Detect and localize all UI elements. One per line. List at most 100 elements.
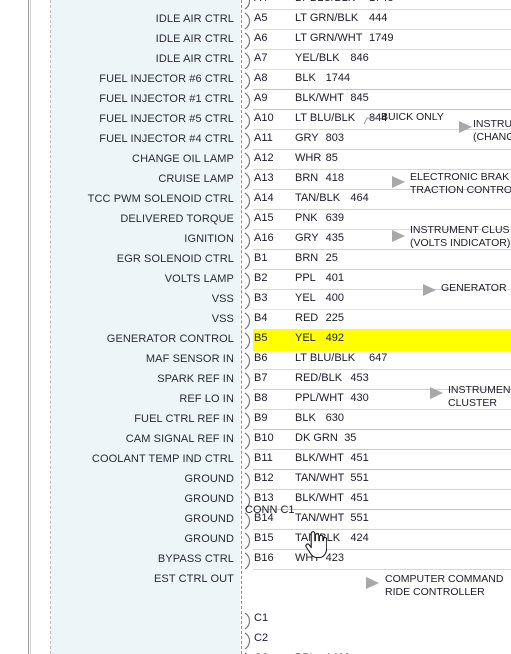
destination-line-1: GENERATOR bbox=[441, 282, 507, 294]
wire-circuit-number: 551 bbox=[350, 512, 369, 524]
wire-color-code: BLK/WHT bbox=[295, 492, 344, 504]
pin-number[interactable]: B7 bbox=[254, 372, 267, 384]
wire-color-code: LT GRN/BLK bbox=[295, 12, 359, 24]
wire-circuit-number: 845 bbox=[350, 92, 369, 104]
signal-name: IDLE AIR CTRL bbox=[155, 33, 234, 45]
wire-color-code: PPL/WHT bbox=[295, 392, 344, 404]
wire-circuit-number: 25 bbox=[325, 252, 338, 264]
generator-dest: GENERATOR bbox=[441, 282, 507, 295]
destination-line-1: INSTRUMENT CLUS bbox=[410, 224, 510, 236]
signal-name: IGNITION bbox=[184, 233, 234, 245]
pin-number[interactable]: A14 bbox=[254, 192, 274, 204]
pin-number[interactable]: B3 bbox=[254, 292, 267, 304]
wire-color-code: BRN bbox=[295, 252, 319, 264]
wire-color-code: LT BLU/BLK bbox=[295, 0, 355, 4]
wire-circuit-number: 551 bbox=[350, 472, 369, 484]
pin-number[interactable]: B10 bbox=[254, 432, 274, 444]
pin-number[interactable]: B2 bbox=[254, 272, 267, 284]
pin-number[interactable]: A15 bbox=[254, 212, 274, 224]
pin-number[interactable]: B9 bbox=[254, 412, 267, 424]
wire-circuit-number: 803 bbox=[325, 132, 344, 144]
wire-color-code: YEL bbox=[295, 292, 316, 304]
signal-name: EST CTRL OUT bbox=[153, 573, 234, 585]
wire-circuit-number: 639 bbox=[325, 212, 344, 224]
wire-color-code: BLK/WHT bbox=[295, 452, 344, 464]
signal-name: CAM SIGNAL REF IN bbox=[125, 433, 234, 445]
wire-color-code: WHT bbox=[295, 552, 321, 564]
instrument-cluster-b10: INSTRUMEN CLUSTER bbox=[448, 384, 510, 410]
pin-number[interactable]: A13 bbox=[254, 172, 274, 184]
pin-number[interactable]: B1 bbox=[254, 252, 267, 264]
wire-color-code: BLK bbox=[295, 72, 316, 84]
signal-name: EGR SOLENOID CTRL bbox=[116, 253, 234, 265]
wire-color-code: PNK bbox=[295, 212, 318, 224]
wire-circuit-number: 35 bbox=[344, 432, 357, 444]
wire-circuit-number: 418 bbox=[325, 172, 344, 184]
wire-color-code: TAN/BLK bbox=[295, 532, 341, 544]
signal-name: GROUND bbox=[184, 493, 234, 505]
pin-number[interactable]: B12 bbox=[254, 472, 274, 484]
wire-color-code: YEL/BLK bbox=[295, 52, 340, 64]
destination-line-1: ELECTRONIC BRAK bbox=[410, 171, 510, 183]
pin-number[interactable]: B6 bbox=[254, 352, 267, 364]
signal-name: GROUND bbox=[184, 513, 234, 525]
pin-number[interactable]: A10 bbox=[254, 112, 274, 124]
splice-branch-icon bbox=[363, 112, 378, 125]
wire-circuit-number: 1744 bbox=[325, 72, 351, 84]
pin-number[interactable]: A16 bbox=[254, 232, 274, 244]
pin-number[interactable]: B16 bbox=[254, 552, 274, 564]
destination-arrow-icon bbox=[392, 230, 405, 242]
signal-name: FUEL INJECTOR #6 CTRL bbox=[99, 73, 234, 85]
buick-only-note: BUICK ONLY bbox=[381, 111, 444, 123]
wire-circuit-number: 846 bbox=[350, 52, 369, 64]
pin-number[interactable]: A8 bbox=[254, 72, 267, 84]
wire-circuit-number: 424 bbox=[350, 532, 369, 544]
wire-circuit-number: 400 bbox=[325, 292, 344, 304]
signal-name: VOLTS LAMP bbox=[164, 273, 234, 285]
wire-circuit-number: 1748 bbox=[369, 0, 393, 4]
wire-circuit-number: 492 bbox=[325, 332, 344, 344]
destination-arrow-icon bbox=[423, 284, 436, 296]
wire-color-code: BLK/WHT bbox=[295, 92, 344, 104]
pin-number[interactable]: C1 bbox=[254, 612, 268, 624]
signal-name: FUEL CTRL REF IN bbox=[134, 413, 234, 425]
signal-name: CRUISE LAMP bbox=[158, 173, 234, 185]
pin-number[interactable]: B11 bbox=[254, 452, 273, 464]
pin-number[interactable]: B4 bbox=[254, 312, 267, 324]
wire-color-code: RED/BLK bbox=[295, 372, 343, 384]
wire-circuit-number: 401 bbox=[325, 272, 344, 284]
wire-color-code: WHR bbox=[295, 152, 322, 164]
wire-color-code: LT BLU/BLK bbox=[295, 352, 356, 364]
signal-name: IDLE AIR CTRL bbox=[155, 13, 234, 25]
destination-line-1: INSTRU bbox=[473, 118, 511, 130]
destination-line-1: INSTRUMEN bbox=[448, 384, 511, 396]
pin-number[interactable]: A5 bbox=[254, 12, 267, 24]
wire-circuit-number: 451 bbox=[350, 452, 369, 464]
pin-number[interactable]: A11 bbox=[254, 132, 273, 144]
signal-name: FUEL INJECTOR #5 CTRL bbox=[99, 113, 234, 125]
pin-number[interactable]: A7 bbox=[254, 52, 267, 64]
pin-number[interactable]: C2 bbox=[254, 632, 268, 644]
signal-name: COOLANT TEMP IND CTRL bbox=[91, 453, 234, 465]
pin-number[interactable]: B8 bbox=[254, 392, 267, 404]
wire-color-code: LT GRN/WHT bbox=[295, 32, 363, 44]
pin-number[interactable]: B13 bbox=[254, 492, 274, 504]
signal-name: GROUND bbox=[184, 533, 234, 545]
pin-number[interactable]: A4 bbox=[254, 0, 267, 4]
signal-name: SPARK REF IN bbox=[157, 373, 234, 385]
pin-number[interactable]: A9 bbox=[254, 92, 267, 104]
signal-name: IDLE AIR CTRL bbox=[155, 53, 234, 65]
pin-number[interactable]: A12 bbox=[254, 152, 274, 164]
computer-command-ride: COMPUTER COMMAND RIDE CONTROLLER bbox=[385, 573, 503, 599]
destination-line-2: RIDE CONTROLLER bbox=[385, 586, 485, 598]
signal-name: VSS bbox=[211, 313, 234, 325]
pin-number[interactable]: B15 bbox=[254, 532, 274, 544]
pin-number[interactable]: A6 bbox=[254, 32, 267, 44]
signal-name: DELIVERED TORQUE bbox=[120, 213, 234, 225]
signal-name: FUEL INJECTOR #1 CTRL bbox=[99, 93, 234, 105]
pin-row[interactable]: WOT OUTC3PPL1490 bbox=[0, 648, 511, 654]
pin-number[interactable]: B5 bbox=[254, 332, 267, 344]
wire-circuit-number: 225 bbox=[325, 312, 344, 324]
destination-line-2: CLUSTER bbox=[448, 397, 498, 409]
signal-name: CHANGE OIL LAMP bbox=[132, 153, 234, 165]
